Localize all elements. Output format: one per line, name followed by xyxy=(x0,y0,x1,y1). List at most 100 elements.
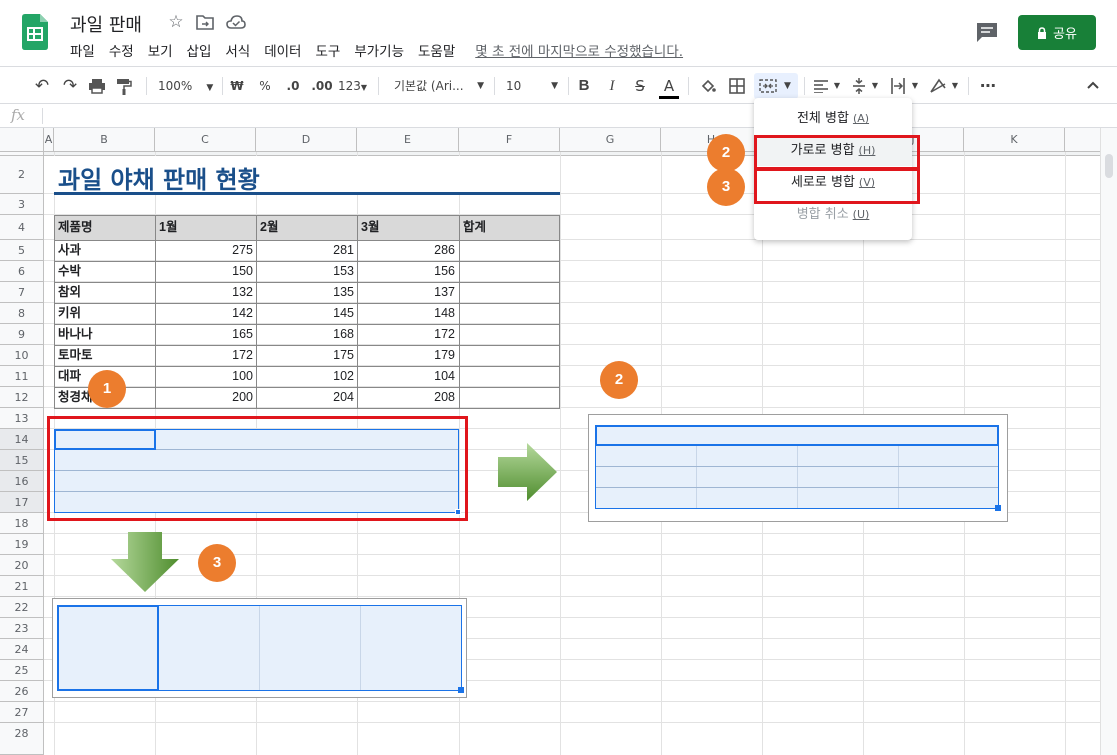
row-header-17[interactable]: 17 xyxy=(0,492,44,513)
cell-feb[interactable]: 135 xyxy=(257,282,357,303)
bold-button[interactable]: B xyxy=(576,76,592,96)
row-header-18[interactable]: 18 xyxy=(0,513,44,534)
row-header-15[interactable]: 15 xyxy=(0,450,44,471)
cell-jan[interactable]: 142 xyxy=(156,303,256,324)
star-icon[interactable]: ☆ xyxy=(166,12,186,32)
row-header-3[interactable]: 3 xyxy=(0,194,44,215)
cell-feb[interactable]: 204 xyxy=(257,387,357,408)
cell-total[interactable] xyxy=(460,366,560,387)
unmerge-option[interactable]: 병합 취소 (U) xyxy=(754,200,912,230)
row-header-2[interactable]: 2 xyxy=(0,156,44,194)
cell-mar[interactable]: 137 xyxy=(358,282,458,303)
cell-mar[interactable]: 172 xyxy=(358,324,458,345)
header-cell-mar[interactable]: 3월 xyxy=(358,215,458,240)
decrease-decimal-button[interactable]: .0 xyxy=(282,76,304,96)
last-edit-link[interactable]: 몇 초 전에 마지막으로 수정했습니다. xyxy=(475,40,683,60)
column-header-l[interactable] xyxy=(1065,128,1100,152)
column-header-c[interactable]: C xyxy=(155,128,256,152)
cell-jan[interactable]: 165 xyxy=(156,324,256,345)
document-title[interactable]: 과일 판매 xyxy=(70,11,142,37)
cell-mar[interactable]: 104 xyxy=(358,366,458,387)
column-header-b[interactable]: B xyxy=(54,128,155,152)
menu-insert[interactable]: 삽입 xyxy=(187,40,212,60)
row-header-13[interactable]: 13 xyxy=(0,408,44,429)
vertical-align-icon[interactable] xyxy=(852,77,866,95)
header-cell-product[interactable]: 제품명 xyxy=(55,215,155,240)
column-header-g[interactable]: G xyxy=(560,128,661,152)
row-header-26[interactable]: 26 xyxy=(0,681,44,702)
wrap-dropdown-icon[interactable]: ▼ xyxy=(910,76,920,96)
menu-format[interactable]: 서식 xyxy=(225,40,250,60)
row-header-16[interactable]: 16 xyxy=(0,471,44,492)
cell-total[interactable] xyxy=(460,345,560,366)
cell-product[interactable]: 바나나 xyxy=(55,324,155,345)
header-cell-total[interactable]: 합계 xyxy=(460,215,560,240)
cell-feb[interactable]: 281 xyxy=(257,240,357,261)
row-header-10[interactable]: 10 xyxy=(0,345,44,366)
cell-mar[interactable]: 148 xyxy=(358,303,458,324)
header-cell-feb[interactable]: 2월 xyxy=(257,215,357,240)
sheets-logo-icon[interactable] xyxy=(22,14,48,50)
valign-dropdown-icon[interactable]: ▼ xyxy=(870,76,880,96)
font-size-select[interactable]: 10 ▼ xyxy=(506,76,560,96)
cell-jan[interactable]: 200 xyxy=(156,387,256,408)
cell-total[interactable] xyxy=(460,240,560,261)
row-header-25[interactable]: 25 xyxy=(0,660,44,681)
cell-feb[interactable]: 145 xyxy=(257,303,357,324)
scrollbar-thumb[interactable] xyxy=(1105,154,1113,178)
cell-feb[interactable]: 168 xyxy=(257,324,357,345)
cell-total[interactable] xyxy=(460,324,560,345)
cell-total[interactable] xyxy=(460,303,560,324)
cell-product[interactable]: 키위 xyxy=(55,303,155,324)
increase-decimal-button[interactable]: .00 xyxy=(310,76,334,96)
borders-icon[interactable] xyxy=(729,78,745,94)
comment-history-icon[interactable] xyxy=(974,20,1000,44)
row-header-24[interactable]: 24 xyxy=(0,639,44,660)
row-header-14[interactable]: 14 xyxy=(0,429,44,450)
column-header-k[interactable]: K xyxy=(964,128,1065,152)
cell-feb[interactable]: 153 xyxy=(257,261,357,282)
cell-feb[interactable]: 102 xyxy=(257,366,357,387)
cell-mar[interactable]: 286 xyxy=(358,240,458,261)
cell-jan[interactable]: 150 xyxy=(156,261,256,282)
share-button[interactable]: 공유 xyxy=(1018,15,1096,50)
more-formats-select[interactable]: 123▼ xyxy=(338,76,370,96)
cell-jan[interactable]: 172 xyxy=(156,345,256,366)
row-header-4[interactable]: 4 xyxy=(0,215,44,240)
row-header-27[interactable]: 27 xyxy=(0,702,44,723)
print-icon[interactable] xyxy=(88,78,106,94)
italic-button[interactable]: I xyxy=(604,76,620,96)
cell-total[interactable] xyxy=(460,387,560,408)
cell-mar[interactable]: 179 xyxy=(358,345,458,366)
zoom-select[interactable]: 100% ▼ xyxy=(158,76,214,96)
rotation-dropdown-icon[interactable]: ▼ xyxy=(950,76,960,96)
cell-product[interactable]: 참외 xyxy=(55,282,155,303)
merge-all-option[interactable]: 전체 병합 (A) xyxy=(754,104,912,134)
cell-product[interactable]: 사과 xyxy=(55,240,155,261)
cell-jan[interactable]: 132 xyxy=(156,282,256,303)
select-all-corner[interactable] xyxy=(0,128,44,152)
row-header-8[interactable]: 8 xyxy=(0,303,44,324)
formula-bar[interactable]: fx xyxy=(0,104,1117,128)
column-header-f[interactable]: F xyxy=(459,128,560,152)
row-header-7[interactable]: 7 xyxy=(0,282,44,303)
text-wrap-icon[interactable] xyxy=(890,77,906,95)
more-options-button[interactable]: ⋯ xyxy=(978,76,998,96)
cell-mar[interactable]: 208 xyxy=(358,387,458,408)
menu-tools[interactable]: 도구 xyxy=(315,40,340,60)
fill-color-icon[interactable] xyxy=(700,79,716,94)
row-header-11[interactable]: 11 xyxy=(0,366,44,387)
strikethrough-button[interactable]: S xyxy=(632,76,648,96)
merge-cells-button[interactable]: ▼ xyxy=(754,73,798,99)
text-color-button[interactable]: A xyxy=(659,76,679,99)
row-header-19[interactable]: 19 xyxy=(0,534,44,555)
currency-format-button[interactable]: ₩ xyxy=(228,76,246,96)
undo-icon[interactable]: ↶ xyxy=(32,76,52,96)
column-header-d[interactable]: D xyxy=(256,128,357,152)
row-header-28[interactable]: 28 xyxy=(0,723,44,755)
column-header-e[interactable]: E xyxy=(357,128,459,152)
percent-format-button[interactable]: % xyxy=(256,76,274,96)
collapse-chevron-up-icon[interactable] xyxy=(1086,80,1100,90)
column-header-a[interactable]: A xyxy=(44,128,54,152)
row-header-5[interactable]: 5 xyxy=(0,240,44,261)
